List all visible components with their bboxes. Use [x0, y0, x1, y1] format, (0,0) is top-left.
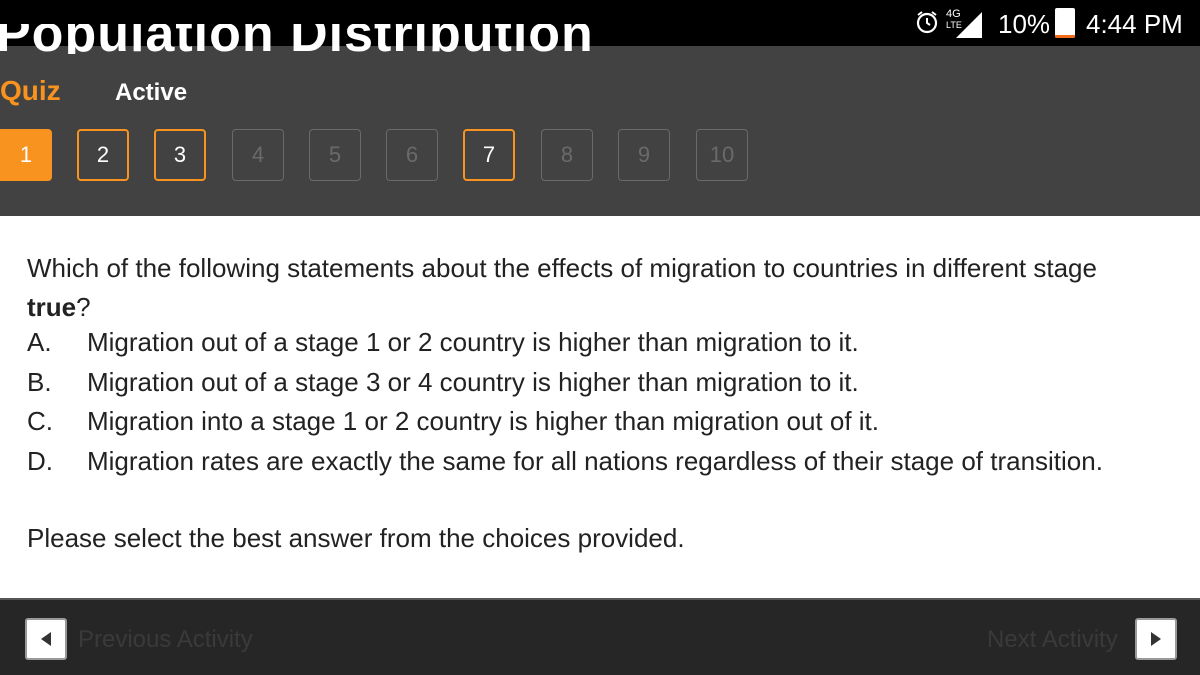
- arrow-left-icon: [41, 632, 51, 646]
- option-letter: A.: [27, 327, 52, 357]
- option-letter: D.: [27, 445, 53, 476]
- question-button-8[interactable]: 8: [541, 129, 593, 181]
- option-text: Migration out of a stage 3 or 4 country …: [87, 366, 859, 397]
- next-activity-button[interactable]: [1135, 618, 1177, 660]
- app-screen: 4G LTE 10% 4:44 PM Population Distributi…: [0, 0, 1200, 675]
- previous-activity-label[interactable]: Previous Activity: [78, 626, 253, 654]
- option-text: Migration out of a stage 1 or 2 country …: [87, 327, 859, 357]
- answer-option-d[interactable]: D. Migration rates are exactly the same …: [27, 442, 1200, 482]
- question-text: Which of the following statements about …: [27, 249, 1200, 327]
- lesson-title-text: Population Distribution: [0, 24, 594, 54]
- question-button-3[interactable]: 3: [154, 129, 206, 181]
- activity-type-label: Quiz: [0, 75, 61, 106]
- question-button-2[interactable]: 2: [77, 129, 129, 181]
- question-button-7[interactable]: 7: [463, 129, 515, 181]
- option-text: Migration into a stage 1 or 2 country is…: [87, 406, 879, 436]
- activity-header: Population Distribution Quiz Active 1 2 …: [0, 24, 1200, 216]
- question-button-10[interactable]: 10: [696, 129, 748, 181]
- answer-option-b[interactable]: B. Migration out of a stage 3 or 4 count…: [27, 363, 1200, 403]
- question-text-emphasis: true: [27, 292, 77, 322]
- arrow-right-icon: [1151, 632, 1161, 646]
- activity-status: Active: [115, 79, 188, 106]
- answer-options: A. Migration out of a stage 1 or 2 count…: [27, 323, 1200, 481]
- question-button-6[interactable]: 6: [386, 129, 438, 181]
- lesson-title: Population Distribution: [0, 24, 1200, 54]
- option-text: Migration rates are exactly the same for…: [87, 445, 1103, 476]
- answer-option-c[interactable]: C. Migration into a stage 1 or 2 country…: [27, 402, 1200, 442]
- question-navigator: 1 2 3 4 5 6 7 8 9 10: [0, 129, 760, 181]
- question-button-9[interactable]: 9: [618, 129, 670, 181]
- question-button-5[interactable]: 5: [309, 129, 361, 181]
- question-button-1[interactable]: 1: [0, 129, 52, 181]
- question-button-4[interactable]: 4: [232, 129, 284, 181]
- option-letter: C.: [27, 406, 53, 436]
- question-text-end: ?: [76, 292, 91, 322]
- next-activity-label[interactable]: Next Activity: [987, 626, 1118, 654]
- option-letter: B.: [27, 366, 52, 397]
- question-panel: Which of the following statements about …: [0, 216, 1200, 600]
- activity-footer: Previous Activity Next Activity: [0, 598, 1200, 675]
- previous-activity-button[interactable]: [25, 618, 67, 660]
- question-text-main: Which of the following statements about …: [27, 253, 1097, 283]
- answer-option-a[interactable]: A. Migration out of a stage 1 or 2 count…: [27, 323, 1200, 363]
- instruction-text: Please select the best answer from the c…: [27, 523, 685, 553]
